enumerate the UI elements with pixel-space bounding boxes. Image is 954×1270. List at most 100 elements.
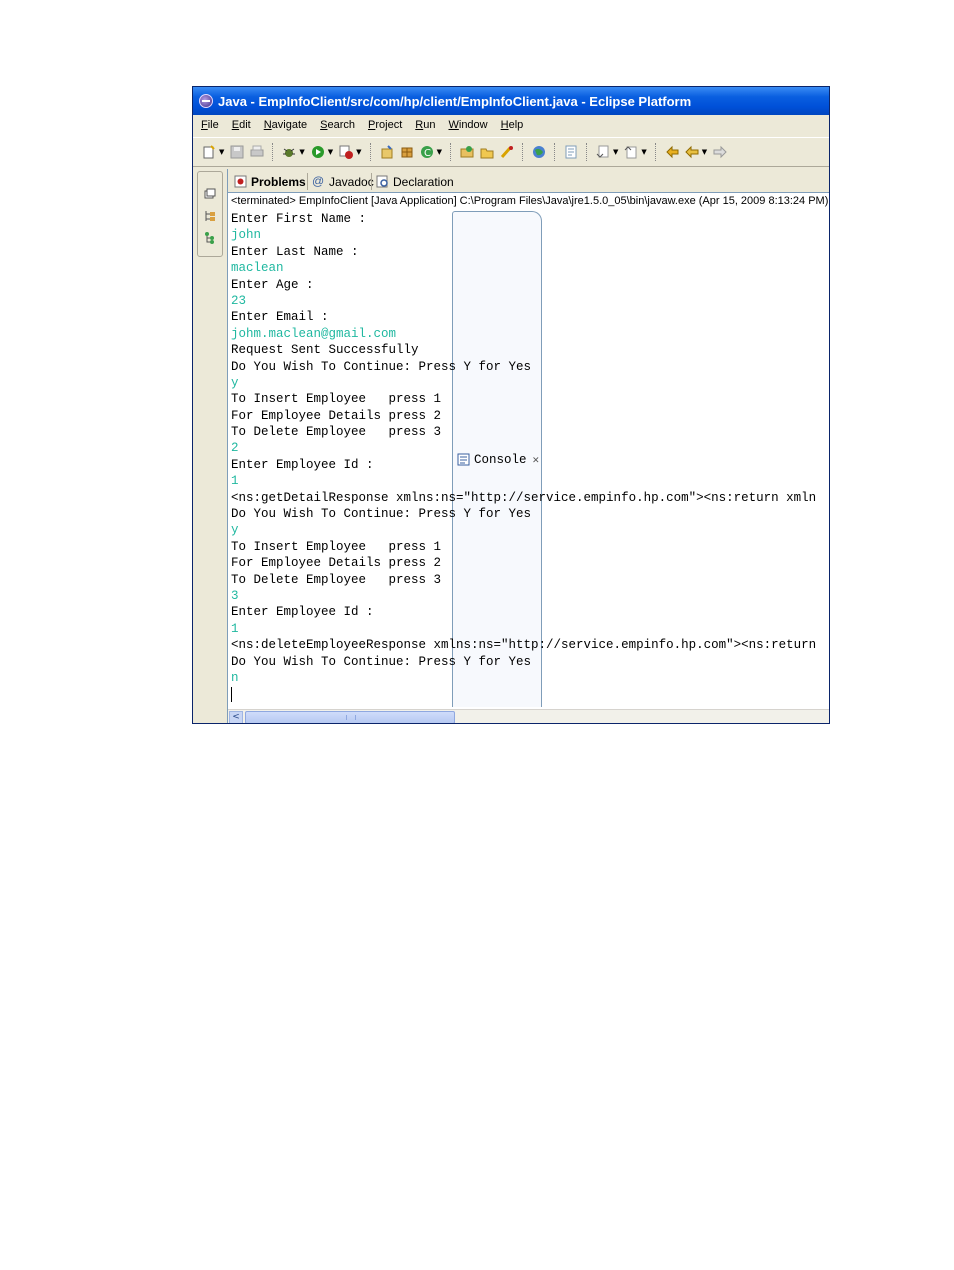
console-output-line: Enter Employee Id :: [231, 605, 374, 620]
console-output-line: To Delete Employee press 3: [231, 425, 442, 440]
menu-project-label: roject: [375, 119, 403, 131]
restore-view-icon[interactable]: [204, 188, 216, 200]
menu-navigate-label: avigate: [271, 119, 308, 131]
new-icon[interactable]: [200, 143, 218, 161]
last-edit-icon[interactable]: [663, 143, 681, 161]
new-dropdown-icon[interactable]: ▼: [219, 148, 224, 156]
tab-javadoc-label: Javadoc: [329, 174, 374, 189]
horizontal-scrollbar[interactable]: <: [228, 709, 829, 723]
save-icon[interactable]: [228, 143, 246, 161]
scroll-thumb[interactable]: [245, 711, 455, 723]
console-output-line: <ns:getDetailResponse xmlns:ns="http://s…: [231, 490, 817, 505]
menu-project[interactable]: Project: [363, 119, 407, 131]
console-output-line: Do You Wish To Continue: Press Y for Yes: [231, 507, 532, 522]
console-output-line: To Insert Employee press 1: [231, 392, 442, 407]
menu-edit-label: dit: [239, 119, 251, 131]
menu-window-label: indow: [458, 119, 488, 131]
console-output-line: To Insert Employee press 1: [231, 539, 442, 554]
print-icon[interactable]: [248, 143, 266, 161]
toolbar-separator: [369, 143, 372, 161]
run-icon[interactable]: [309, 143, 327, 161]
search-icon[interactable]: [498, 143, 516, 161]
next-annotation-icon[interactable]: [594, 143, 612, 161]
hierarchy-icon[interactable]: [204, 232, 216, 244]
open-type-icon[interactable]: [458, 143, 476, 161]
menu-window[interactable]: Window: [443, 119, 492, 131]
forward-icon[interactable]: [711, 143, 729, 161]
title-bar[interactable]: Java - EmpInfoClient/src/com/hp/client/E…: [193, 87, 829, 115]
console-output-line: Enter Last Name :: [231, 244, 359, 259]
new-class-dropdown-icon[interactable]: ▼: [437, 148, 442, 156]
new-package-icon[interactable]: [398, 143, 416, 161]
console-input-line: 2: [231, 441, 239, 456]
svg-text:C: C: [424, 148, 431, 159]
back-dropdown-icon[interactable]: ▼: [702, 148, 707, 156]
console-input-line: 1: [231, 474, 239, 489]
console-input-line: y: [231, 375, 239, 390]
console-panel: Problems @ Javadoc Declaration Console ✕…: [227, 169, 829, 723]
menu-bar: File Edit Navigate Search Project Run Wi…: [193, 115, 829, 135]
external-tools-dropdown-icon[interactable]: ▼: [356, 148, 361, 156]
menu-help-label: elp: [508, 119, 524, 131]
external-tools-icon[interactable]: [337, 143, 355, 161]
menu-navigate-mnemonic: N: [263, 119, 272, 131]
new-java-project-icon[interactable]: [378, 143, 396, 161]
toolbar-separator: [654, 143, 657, 161]
prev-annotation-icon[interactable]: [622, 143, 640, 161]
menu-navigate[interactable]: Navigate: [259, 119, 312, 131]
menu-window-mnemonic: W: [448, 119, 459, 131]
scroll-grip: [346, 715, 356, 720]
new-class-icon[interactable]: C: [418, 143, 436, 161]
toolbar-separator: [272, 143, 274, 161]
menu-edit-mnemonic: E: [231, 119, 240, 131]
view-tab-bar: Problems @ Javadoc Declaration Console ✕: [228, 169, 829, 707]
debug-dropdown-icon[interactable]: ▼: [299, 148, 304, 156]
toolbar-separator: [521, 143, 524, 161]
web-icon[interactable]: [530, 143, 548, 161]
menu-help-mnemonic: H: [500, 119, 509, 131]
menu-run[interactable]: Run: [410, 119, 440, 131]
tab-javadoc[interactable]: @ Javadoc: [308, 171, 374, 192]
main-toolbar: ▼ ▼ ▼ ▼ C ▼ ▼ ▼ ▼: [193, 137, 829, 167]
eclipse-icon: [199, 94, 213, 108]
tab-declaration-label: Declaration: [393, 174, 454, 189]
debug-icon[interactable]: [280, 143, 298, 161]
console-output-line: Enter Employee Id :: [231, 457, 374, 472]
menu-help[interactable]: Help: [496, 119, 529, 131]
fast-view-bar: [197, 171, 223, 257]
toolbar-separator: [585, 143, 588, 161]
console-input-line: 3: [231, 588, 239, 603]
tab-declaration[interactable]: Declaration: [372, 171, 454, 192]
open-folder-icon[interactable]: [478, 143, 496, 161]
run-dropdown-icon[interactable]: ▼: [328, 148, 333, 156]
annotation-icon[interactable]: [562, 143, 580, 161]
package-explorer-icon[interactable]: [204, 210, 216, 222]
declaration-icon: [376, 175, 388, 188]
eclipse-window: Java - EmpInfoClient/src/com/hp/client/E…: [192, 86, 830, 724]
scroll-left-icon[interactable]: <: [229, 711, 243, 723]
menu-edit[interactable]: Edit: [227, 119, 256, 131]
console-output-line: Request Sent Successfully: [231, 343, 419, 358]
menu-search-mnemonic: S: [320, 119, 328, 131]
text-caret: [231, 687, 232, 703]
menu-file[interactable]: File: [196, 119, 224, 131]
prev-annotation-dropdown-icon[interactable]: ▼: [641, 148, 646, 156]
console-output-line: <ns:deleteEmployeeResponse xmlns:ns="htt…: [231, 638, 817, 653]
console-output-line: Enter First Name :: [231, 212, 367, 226]
console-output-line: For Employee Details press 2: [231, 556, 442, 571]
menu-search[interactable]: Search: [315, 119, 360, 131]
console-output-line: Do You Wish To Continue: Press Y for Yes: [231, 359, 532, 374]
console-output[interactable]: Enter First Name : john Enter Last Name : m…: [231, 211, 829, 707]
console-output-line: Enter Age :: [231, 277, 314, 292]
back-icon[interactable]: [683, 143, 701, 161]
tab-problems[interactable]: Problems: [230, 171, 306, 192]
problems-icon: [234, 175, 247, 188]
javadoc-icon: @: [312, 174, 325, 188]
console-output-line: To Delete Employee press 3: [231, 572, 442, 587]
console-input-line: 1: [231, 621, 239, 636]
next-annotation-dropdown-icon[interactable]: ▼: [613, 148, 618, 156]
console-output-line: Enter Email :: [231, 310, 329, 325]
menu-file-mnemonic: F: [201, 119, 208, 131]
menu-search-label: earch: [327, 119, 356, 131]
console-output-line: For Employee Details press 2: [231, 408, 442, 423]
